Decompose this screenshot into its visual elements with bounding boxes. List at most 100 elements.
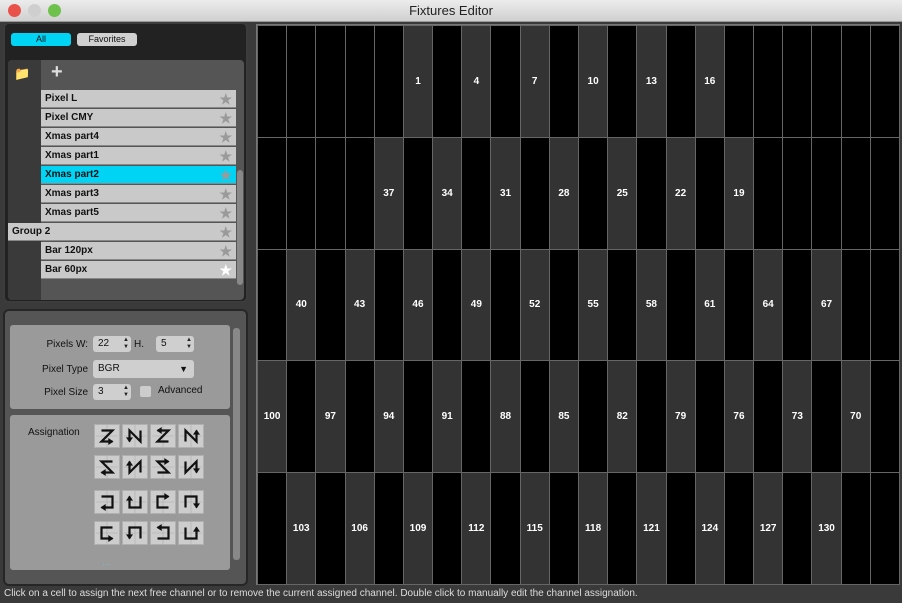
empty-cell[interactable] <box>490 25 521 138</box>
favorite-star-icon[interactable]: ★ <box>219 224 232 240</box>
assigned-cell[interactable]: 4 <box>461 25 492 138</box>
pixels-h-stepper[interactable]: 5 ▲ ▼ <box>156 336 194 352</box>
assigned-cell[interactable]: 94 <box>373 360 404 474</box>
snake-up-b-icon[interactable] <box>178 521 204 545</box>
empty-cell[interactable] <box>811 136 842 250</box>
assigned-cell[interactable]: 130 <box>811 472 842 585</box>
empty-cell[interactable] <box>432 25 463 138</box>
empty-cell[interactable] <box>782 25 813 138</box>
assigned-cell[interactable]: 37 <box>373 136 404 250</box>
empty-cell[interactable] <box>869 248 900 362</box>
list-item[interactable]: Xmas part3 ★ <box>41 185 236 203</box>
empty-cell[interactable] <box>432 248 463 362</box>
pixel-size-stepper[interactable]: 3 ▲ ▼ <box>93 384 131 400</box>
assigned-cell[interactable]: 109 <box>402 472 434 585</box>
assigned-cell[interactable]: 127 <box>753 472 784 585</box>
empty-cell[interactable] <box>315 472 346 585</box>
empty-cell[interactable] <box>578 360 609 474</box>
empty-cell[interactable] <box>344 136 375 250</box>
assigned-cell[interactable]: 61 <box>694 248 725 362</box>
empty-cell[interactable] <box>869 472 900 585</box>
favorite-star-icon[interactable]: ★ <box>219 186 232 202</box>
pixels-w-stepper[interactable]: 22 ▲ ▼ <box>93 336 131 352</box>
empty-cell[interactable] <box>402 136 434 250</box>
list-group-item[interactable]: Group 2 ★ <box>8 223 236 241</box>
empty-cell[interactable] <box>636 136 667 250</box>
assigned-cell[interactable]: 73 <box>782 360 813 474</box>
s-arrow-left-icon[interactable] <box>94 455 120 479</box>
empty-cell[interactable] <box>257 25 288 138</box>
empty-cell[interactable] <box>840 136 871 250</box>
empty-cell[interactable] <box>490 472 521 585</box>
assigned-cell[interactable]: 49 <box>461 248 492 362</box>
empty-cell[interactable] <box>782 472 813 585</box>
empty-cell[interactable] <box>315 248 346 362</box>
assigned-cell[interactable]: 64 <box>753 248 784 362</box>
empty-cell[interactable] <box>811 360 842 474</box>
assigned-cell[interactable]: 106 <box>344 472 375 585</box>
pixel-grid[interactable]: 1 4 7 10 13 16 37 34 31 28 25 22 19 40 43 46 49 52 55 58 61 6… <box>256 24 900 585</box>
snake-down-b-icon[interactable] <box>122 521 148 545</box>
empty-cell[interactable] <box>607 472 638 585</box>
assigned-cell[interactable]: 88 <box>490 360 521 474</box>
empty-cell[interactable] <box>665 248 696 362</box>
assigned-cell[interactable]: 58 <box>636 248 667 362</box>
empty-cell[interactable] <box>607 248 638 362</box>
list-item[interactable]: Xmas part5 ★ <box>41 204 236 222</box>
empty-cell[interactable] <box>286 360 317 474</box>
empty-cell[interactable] <box>344 360 375 474</box>
minimize-window-button[interactable] <box>28 4 41 17</box>
empty-cell[interactable] <box>723 472 755 585</box>
assigned-cell[interactable]: 10 <box>578 25 609 138</box>
snake-right-icon[interactable] <box>150 490 176 514</box>
favorite-star-icon[interactable]: ★ <box>219 148 232 164</box>
add-folder-icon[interactable]: 📁 <box>14 66 30 82</box>
assigned-cell[interactable]: 112 <box>461 472 492 585</box>
empty-cell[interactable] <box>490 248 521 362</box>
empty-cell[interactable] <box>694 136 725 250</box>
list-item[interactable]: Xmas part4 ★ <box>41 128 236 146</box>
s-arrow-right-icon[interactable] <box>150 455 176 479</box>
assigned-cell[interactable]: 82 <box>607 360 638 474</box>
empty-cell[interactable] <box>869 136 900 250</box>
empty-cell[interactable] <box>782 248 813 362</box>
snake-down-icon[interactable] <box>178 490 204 514</box>
assigned-cell[interactable]: 7 <box>519 25 550 138</box>
zoom-window-button[interactable] <box>48 4 61 17</box>
favorite-star-icon[interactable]: ★ <box>219 129 232 145</box>
empty-cell[interactable] <box>373 25 404 138</box>
empty-cell[interactable] <box>432 472 463 585</box>
n-rev-arrow-down-icon[interactable] <box>178 455 204 479</box>
assigned-cell[interactable]: 40 <box>286 248 317 362</box>
empty-cell[interactable] <box>402 360 434 474</box>
empty-cell[interactable] <box>753 136 784 250</box>
assigned-cell[interactable]: 124 <box>694 472 725 585</box>
z-arrow-right-icon[interactable] <box>94 424 120 448</box>
empty-cell[interactable] <box>373 248 404 362</box>
assigned-cell[interactable]: 103 <box>286 472 317 585</box>
assigned-cell[interactable]: 43 <box>344 248 375 362</box>
assigned-cell[interactable]: 16 <box>694 25 725 138</box>
assigned-cell[interactable]: 25 <box>607 136 638 250</box>
snake-up-icon[interactable] <box>122 490 148 514</box>
empty-cell[interactable] <box>753 25 784 138</box>
favorite-star-icon[interactable]: ★ <box>219 91 232 107</box>
assigned-cell[interactable]: 100 <box>257 360 288 474</box>
list-item[interactable]: Bar 60px ★ <box>41 261 236 279</box>
empty-cell[interactable] <box>548 248 579 362</box>
assigned-cell[interactable]: 34 <box>432 136 463 250</box>
empty-cell[interactable] <box>694 360 725 474</box>
n-arrow-up-icon[interactable] <box>178 424 204 448</box>
empty-cell[interactable] <box>519 136 550 250</box>
favorite-star-icon[interactable]: ★ <box>219 243 232 259</box>
favorite-star-icon[interactable]: ★ <box>219 110 232 126</box>
empty-cell[interactable] <box>811 25 842 138</box>
empty-cell[interactable] <box>344 25 375 138</box>
empty-cell[interactable] <box>286 136 317 250</box>
assigned-cell[interactable]: 1 <box>402 25 434 138</box>
empty-cell[interactable] <box>636 360 667 474</box>
snake-left-b-icon[interactable] <box>150 521 176 545</box>
assigned-cell[interactable]: 121 <box>636 472 667 585</box>
empty-cell[interactable] <box>607 25 638 138</box>
empty-cell[interactable] <box>373 472 404 585</box>
